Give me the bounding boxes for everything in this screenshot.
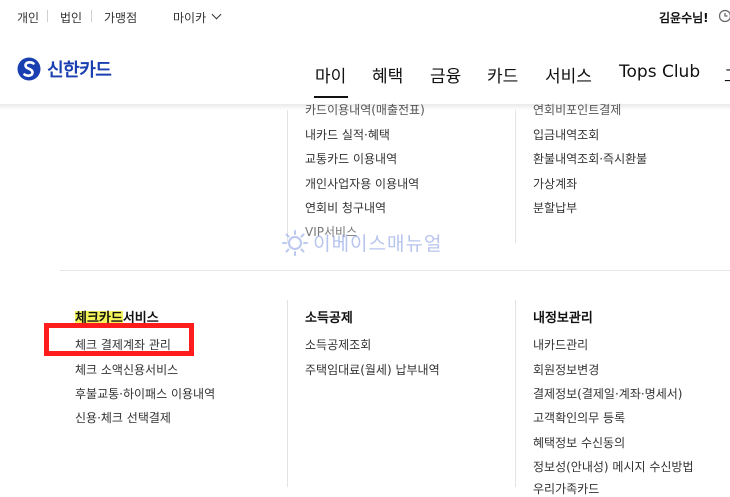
shinhan-logo-icon	[17, 56, 41, 82]
divider	[91, 10, 92, 22]
menu-deferred-transit[interactable]: 후불교통·하이패스 이용내역	[75, 385, 215, 402]
brand-name: 신한카드	[47, 60, 111, 81]
menu-message-method[interactable]: 정보성(안내성) 메시지 수신방법	[533, 458, 694, 475]
menu-check-micro-credit[interactable]: 체크 소액신용서비스	[75, 361, 178, 378]
merchant-link[interactable]: 가맹점	[104, 9, 137, 26]
nav-service[interactable]: 서비스	[545, 62, 592, 87]
menu-transit-usage[interactable]: 교통카드 이용내역	[305, 150, 397, 167]
menu-card-usage[interactable]: 카드이용내역(매출전표)	[305, 101, 425, 118]
menu-virtual-account[interactable]: 가상계좌	[533, 175, 577, 192]
income-deduction-title: 소득공제	[305, 307, 353, 326]
sun-icon	[282, 230, 308, 256]
menu-member-info-change[interactable]: 회원정보변경	[533, 361, 599, 378]
user-greeting[interactable]: 김윤수님!	[659, 9, 709, 26]
personal-link[interactable]: 개인	[17, 9, 39, 26]
nav-tops-club[interactable]: Tops Club	[619, 62, 700, 82]
menu-payment-info[interactable]: 결제정보(결제일·계좌·명세서)	[533, 385, 682, 402]
menu-deposit-history[interactable]: 입금내역조회	[533, 126, 599, 143]
nav-finance[interactable]: 금융	[430, 62, 461, 87]
menu-annual-fee[interactable]: 연회비 청구내역	[305, 199, 386, 216]
column-divider	[515, 300, 516, 487]
annotation-highlight-box	[44, 323, 194, 356]
menu-my-card-manage[interactable]: 내카드관리	[533, 336, 588, 353]
nav-benefits[interactable]: 혜택	[372, 62, 403, 87]
column-divider	[515, 110, 516, 243]
menu-business-usage[interactable]: 개인사업자용 이용내역	[305, 175, 419, 192]
section-divider	[60, 270, 730, 271]
chevron-down-icon[interactable]	[212, 10, 222, 20]
my-car-dropdown[interactable]: 마이카	[173, 9, 206, 26]
column-divider	[287, 300, 288, 487]
menu-family-card[interactable]: 우리가족카드	[533, 480, 599, 497]
menu-fee-point-payment[interactable]: 연회비포인트결제	[533, 101, 621, 118]
my-info-title: 내정보관리	[533, 307, 593, 326]
nav-card[interactable]: 카드	[487, 62, 518, 87]
watermark: 이베이스매뉴얼	[282, 229, 442, 256]
watermark-text: 이베이스매뉴얼	[313, 233, 442, 255]
column-divider	[287, 110, 288, 243]
clock-icon[interactable]	[718, 8, 730, 27]
brand-logo[interactable]: 신한카드	[17, 56, 111, 82]
menu-card-performance[interactable]: 내카드 실적·혜택	[305, 126, 390, 143]
nav-my[interactable]: 마이	[315, 62, 346, 87]
nav-active-indicator	[314, 96, 348, 98]
menu-benefit-consent[interactable]: 혜택정보 수신동의	[533, 434, 625, 451]
corporate-link[interactable]: 법인	[60, 9, 82, 26]
menu-rent-payment[interactable]: 주택임대료(월세) 납부내역	[305, 361, 440, 378]
nav-more[interactable]: 고	[724, 62, 730, 87]
menu-refund-history[interactable]: 환불내역조회·즉시환불	[533, 150, 647, 167]
menu-customer-verification[interactable]: 고객확인의무 등록	[533, 409, 625, 426]
menu-installment-payment[interactable]: 분할납부	[533, 199, 577, 216]
divider	[47, 10, 48, 22]
menu-deduction-inquiry[interactable]: 소득공제조회	[305, 336, 371, 353]
menu-credit-check-select[interactable]: 신용·체크 선택결제	[75, 409, 171, 426]
